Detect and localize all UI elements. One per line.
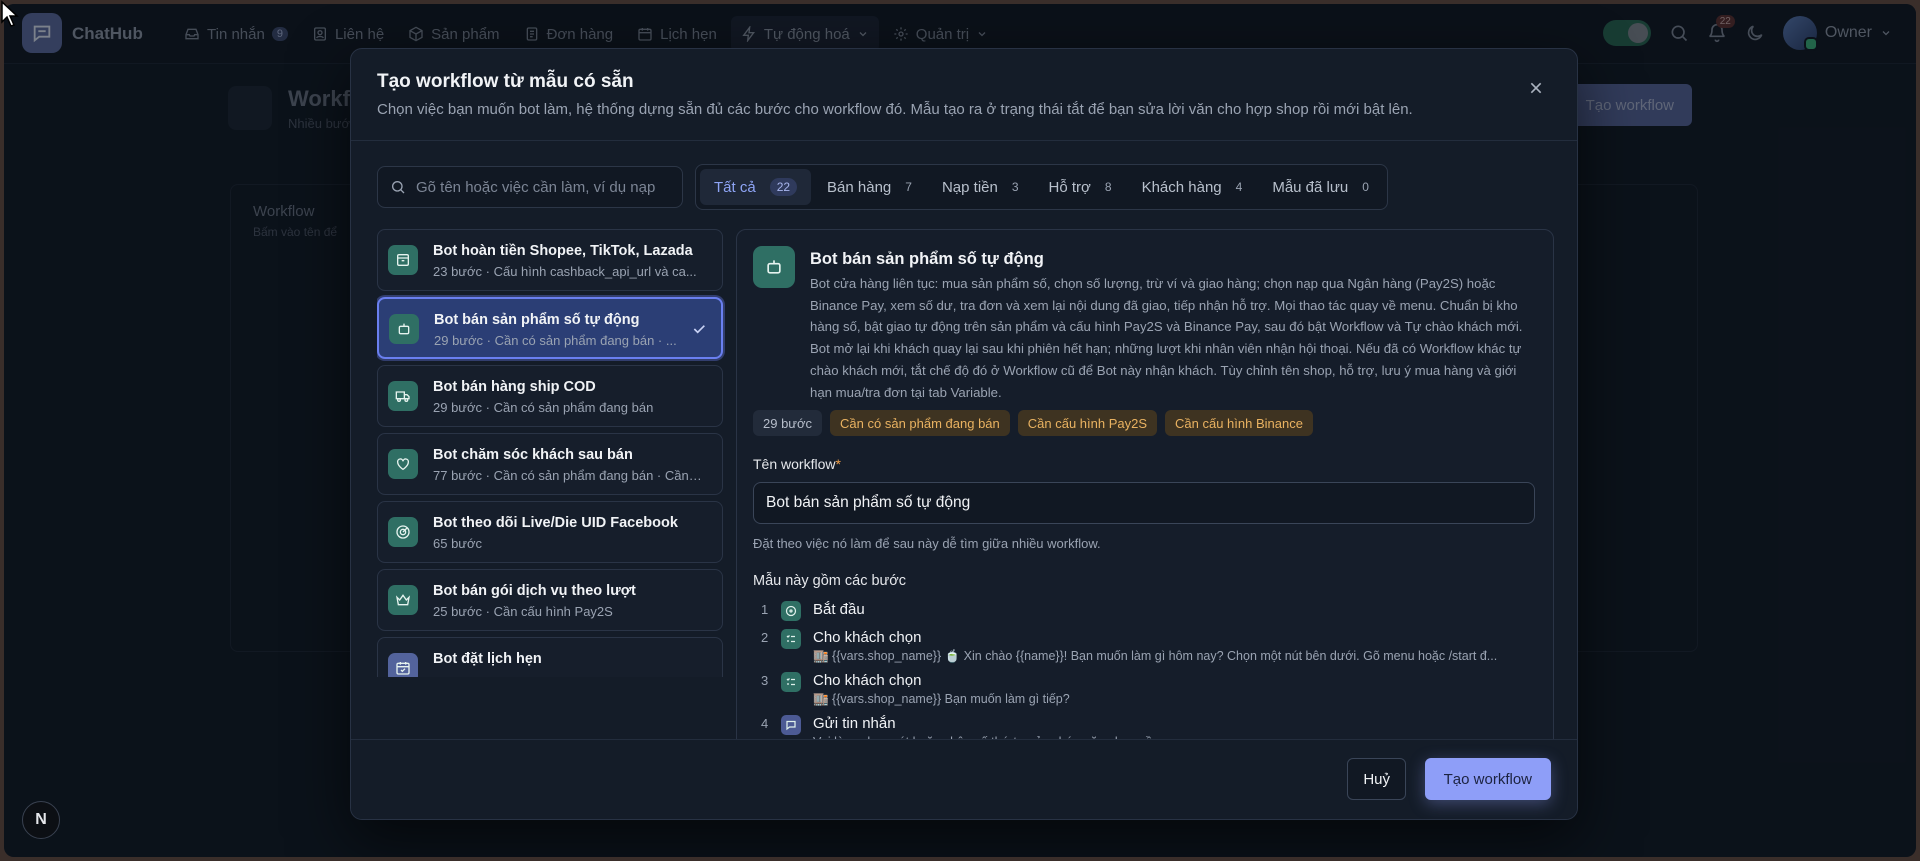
- search-icon: [392, 181, 405, 194]
- template-subtitle: 25 bước · Cần cấu hình Pay2S: [433, 604, 613, 619]
- workflow-name-label-text: Tên workflow: [753, 456, 836, 472]
- tab-count: 0: [1362, 180, 1369, 194]
- template-subtitle: 77 bước · Cần có sản phẩm đang bán · Cần…: [433, 468, 703, 483]
- steps-list: 1 Bắt đầu 2 Cho khách chọn 🏬 {{vars.shop…: [753, 600, 1543, 757]
- tab-count: 22: [769, 178, 798, 196]
- detail-title: Bot bán sản phẩm số tự động: [810, 250, 1044, 268]
- tab-customers[interactable]: Khách hàng 4: [1128, 169, 1257, 205]
- workflow-name-label: Tên workflow*: [753, 456, 841, 472]
- requirement-tag: Cần có sản phẩm đang bán: [830, 410, 1010, 436]
- template-title: Bot chăm sóc khách sau bán: [433, 447, 633, 463]
- template-title: Bot bán gói dịch vụ theo lượt: [433, 583, 636, 599]
- play-circle-icon: [781, 601, 801, 621]
- required-mark: *: [835, 456, 841, 472]
- template-title: Bot bán hàng ship COD: [433, 379, 596, 395]
- template-list: Bot hoàn tiền Shopee, TikTok, Lazada 23 …: [377, 229, 725, 677]
- step-item: 3 Cho khách chọn 🏬 {{vars.shop_name}} Bạ…: [753, 671, 1543, 714]
- tab-label: Nạp tiền: [941, 178, 998, 196]
- truck-icon: [388, 381, 418, 411]
- modal-header: Tạo workflow từ mẫu có sẵn Chọn việc bạn…: [351, 49, 1577, 141]
- template-item[interactable]: Bot bán hàng ship COD 29 bước · Cần có s…: [377, 365, 723, 427]
- devtools-button[interactable]: N: [22, 801, 60, 839]
- step-subtitle: 🏬 {{vars.shop_name}} 🍵 Xin chào {{name}}…: [813, 649, 1498, 663]
- step-title: Bắt đầu: [813, 601, 865, 618]
- tab-support[interactable]: Hỗ trợ 8: [1035, 169, 1126, 205]
- crown-icon: [388, 585, 418, 615]
- message-icon: [781, 715, 801, 735]
- choice-list-icon: [781, 629, 801, 649]
- step-title: Cho khách chọn: [813, 672, 922, 689]
- choice-list-icon: [781, 672, 801, 692]
- step-item: 2 Cho khách chọn 🏬 {{vars.shop_name}} 🍵 …: [753, 628, 1543, 671]
- steps-heading: Mẫu này gồm các bước: [753, 573, 907, 589]
- robot-icon: [753, 246, 795, 288]
- tab-all[interactable]: Tất cả 22: [700, 169, 812, 205]
- calendar-check-icon: [388, 653, 418, 677]
- category-tabs: Tất cả 22 Bán hàng 7 Nạp tiền 3 Hỗ trợ 8 Khá…: [695, 164, 1388, 210]
- template-title: Bot hoàn tiền Shopee, TikTok, Lazada: [433, 243, 693, 259]
- tab-label: Khách hàng: [1141, 178, 1222, 196]
- template-search[interactable]: [377, 166, 683, 208]
- search-input[interactable]: [416, 178, 670, 196]
- create-workflow-button[interactable]: Tạo workflow: [1424, 758, 1551, 800]
- steps-count-tag: 29 bước: [753, 410, 823, 436]
- modal-title: Tạo workflow từ mẫu có sẵn: [377, 71, 634, 92]
- template-item[interactable]: Bot theo dõi Live/Die UID Facebook 65 bư…: [377, 501, 723, 563]
- tab-count: 3: [1011, 180, 1019, 194]
- template-title: Bot đặt lịch hẹn: [433, 651, 542, 667]
- template-item[interactable]: Bot hoàn tiền Shopee, TikTok, Lazada 23 …: [377, 229, 723, 291]
- requirement-tags: 29 bước Cần có sản phẩm đang bán Cần cấu…: [753, 410, 1313, 436]
- workflow-name-hint: Đặt theo việc nó làm để sau này dễ tìm g…: [753, 536, 1101, 551]
- requirement-tag: Cần cấu hình Pay2S: [1017, 410, 1158, 436]
- step-item: 1 Bắt đầu: [753, 600, 1543, 628]
- close-icon: [1530, 82, 1542, 94]
- workflow-name-input[interactable]: Bot bán sản phẩm số tự động: [753, 482, 1535, 524]
- template-item[interactable]: Bot bán gói dịch vụ theo lượt 25 bước · …: [377, 569, 723, 631]
- modal-description: Chọn việc bạn muốn bot làm, hệ thống dựn…: [377, 101, 1413, 118]
- step-subtitle: 🏬 {{vars.shop_name}} Bạn muốn làm gì tiế…: [813, 692, 1070, 706]
- cancel-button[interactable]: Huỷ: [1347, 758, 1406, 800]
- modal-footer: Huỷ Tạo workflow: [351, 739, 1577, 819]
- tab-count: 7: [905, 180, 912, 194]
- tab-topup[interactable]: Nạp tiền 3: [928, 169, 1033, 205]
- tab-sales[interactable]: Bán hàng 7: [813, 169, 926, 205]
- template-item[interactable]: Bot chăm sóc khách sau bán 77 bước · Cần…: [377, 433, 723, 495]
- template-item[interactable]: Bot đặt lịch hẹn: [377, 637, 723, 677]
- tab-label: Tất cả: [714, 178, 756, 196]
- close-button[interactable]: [1525, 77, 1547, 99]
- template-subtitle: 29 bước · Cần có sản phẩm đang bán: [433, 400, 654, 415]
- robot-icon: [389, 314, 419, 344]
- mouse-cursor-icon: [1, 0, 19, 27]
- template-title: Bot bán sản phẩm số tự động: [434, 312, 640, 328]
- template-subtitle: 29 bước · Cần có sản phẩm đang bán · ...: [434, 333, 677, 348]
- template-modal: Tạo workflow từ mẫu có sẵn Chọn việc bạn…: [350, 48, 1578, 820]
- step-title: Gửi tin nhắn: [813, 715, 896, 732]
- archive-icon: [388, 245, 418, 275]
- template-subtitle: 23 bước · Cấu hình cashback_api_url và c…: [433, 264, 697, 279]
- app-window: ChatHub Tin nhắn 9 Liên hệ Sản phẩm Đơn …: [4, 4, 1916, 857]
- tab-count: 4: [1235, 180, 1243, 194]
- step-number: 2: [761, 630, 769, 645]
- requirement-tag: Cần cấu hình Binance: [1165, 410, 1313, 436]
- template-subtitle: 65 bước: [433, 536, 483, 551]
- template-title: Bot theo dõi Live/Die UID Facebook: [433, 515, 678, 531]
- detail-description: Bot cửa hàng liên tục: mua sản phẩm số, …: [810, 276, 1523, 400]
- step-number: 3: [761, 673, 769, 688]
- check-icon: [693, 325, 705, 334]
- template-detail: Bot bán sản phẩm số tự động Bot cửa hàng…: [736, 229, 1554, 789]
- tab-label: Bán hàng: [827, 178, 892, 196]
- tab-label: Mẫu đã lưu: [1272, 178, 1349, 196]
- tab-label: Hỗ trợ: [1048, 178, 1091, 196]
- step-number: 1: [761, 602, 769, 617]
- tab-count: 8: [1104, 180, 1112, 194]
- step-title: Cho khách chọn: [813, 629, 922, 646]
- step-number: 4: [761, 716, 769, 731]
- heart-hand-icon: [388, 449, 418, 479]
- radar-icon: [388, 517, 418, 547]
- tab-saved[interactable]: Mẫu đã lưu 0: [1258, 169, 1383, 205]
- template-item-selected[interactable]: Bot bán sản phẩm số tự động 29 bước · Cầ…: [377, 297, 723, 359]
